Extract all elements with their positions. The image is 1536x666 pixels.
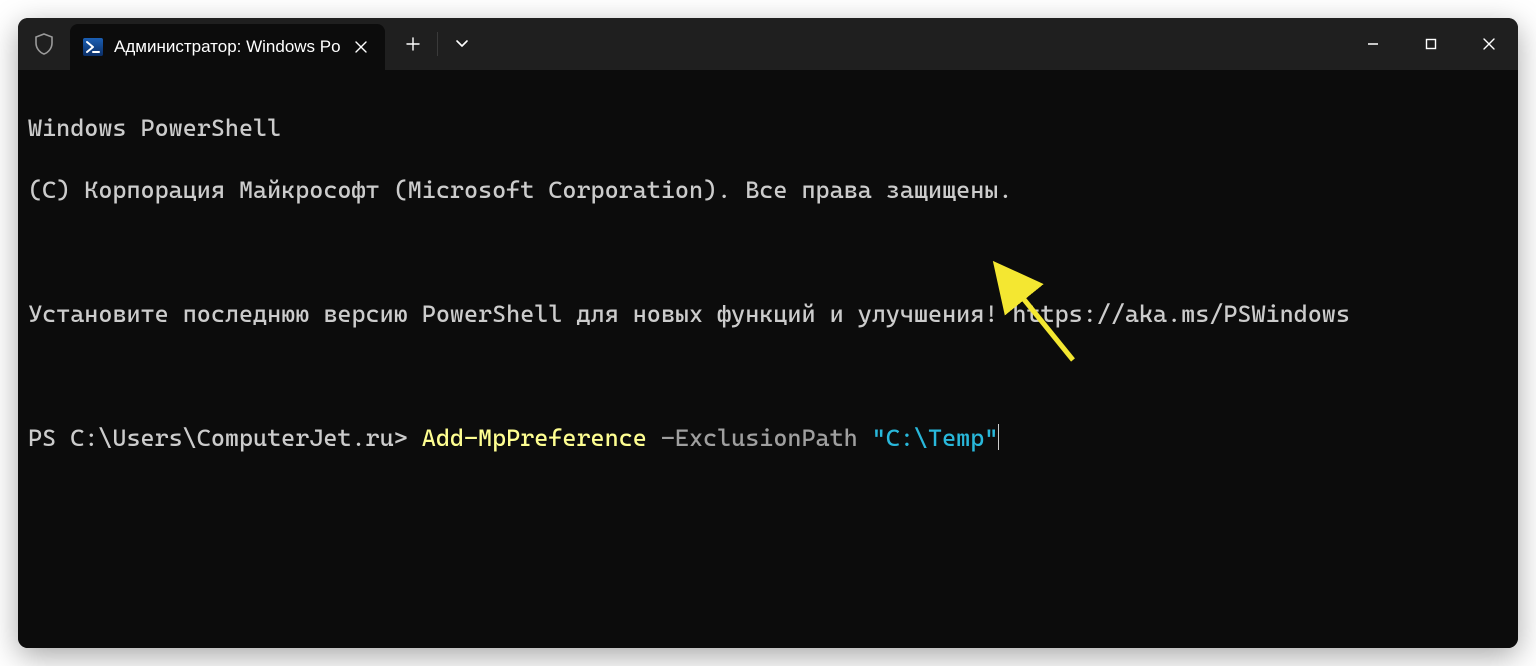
terminal-window: Администратор: Windows Po [18, 18, 1518, 648]
tab-close-button[interactable] [351, 37, 371, 57]
argument-text: "C:\Temp" [872, 424, 999, 452]
new-tab-button[interactable] [389, 18, 437, 70]
banner-line-2: (C) Корпорация Майкрософт (Microsoft Cor… [28, 175, 1508, 206]
close-window-button[interactable] [1460, 18, 1518, 70]
text-caret [998, 424, 999, 450]
minimize-icon [1366, 37, 1380, 51]
blank-line [28, 237, 1508, 268]
hint-line: Установите последнюю версию PowerShell д… [28, 299, 1508, 330]
titlebar: Администратор: Windows Po [18, 18, 1518, 70]
tab-dropdown-button[interactable] [438, 18, 486, 70]
prompt-text: PS C:\Users\ComputerJet.ru> [28, 424, 422, 452]
maximize-button[interactable] [1402, 18, 1460, 70]
close-icon [1482, 37, 1496, 51]
blank-line [28, 361, 1508, 392]
minimize-button[interactable] [1344, 18, 1402, 70]
window-controls [1344, 18, 1518, 70]
param-text: -ExclusionPath [647, 424, 872, 452]
terminal-output[interactable]: Windows PowerShell (C) Корпорация Майкро… [18, 70, 1518, 648]
powershell-icon [82, 36, 104, 58]
plus-icon [406, 37, 420, 51]
shield-icon [18, 18, 70, 70]
tab-powershell-admin[interactable]: Администратор: Windows Po [70, 24, 385, 70]
maximize-icon [1424, 37, 1438, 51]
chevron-down-icon [455, 39, 469, 49]
annotation-arrow [18, 70, 1518, 648]
command-line: PS C:\Users\ComputerJet.ru> Add-MpPrefer… [28, 423, 1508, 454]
banner-line-1: Windows PowerShell [28, 113, 1508, 144]
close-icon [355, 41, 367, 53]
cmdlet-text: Add-MpPreference [422, 424, 647, 452]
titlebar-drag-region[interactable] [486, 18, 1344, 70]
tab-title: Администратор: Windows Po [114, 37, 341, 57]
tab-controls [389, 18, 486, 70]
